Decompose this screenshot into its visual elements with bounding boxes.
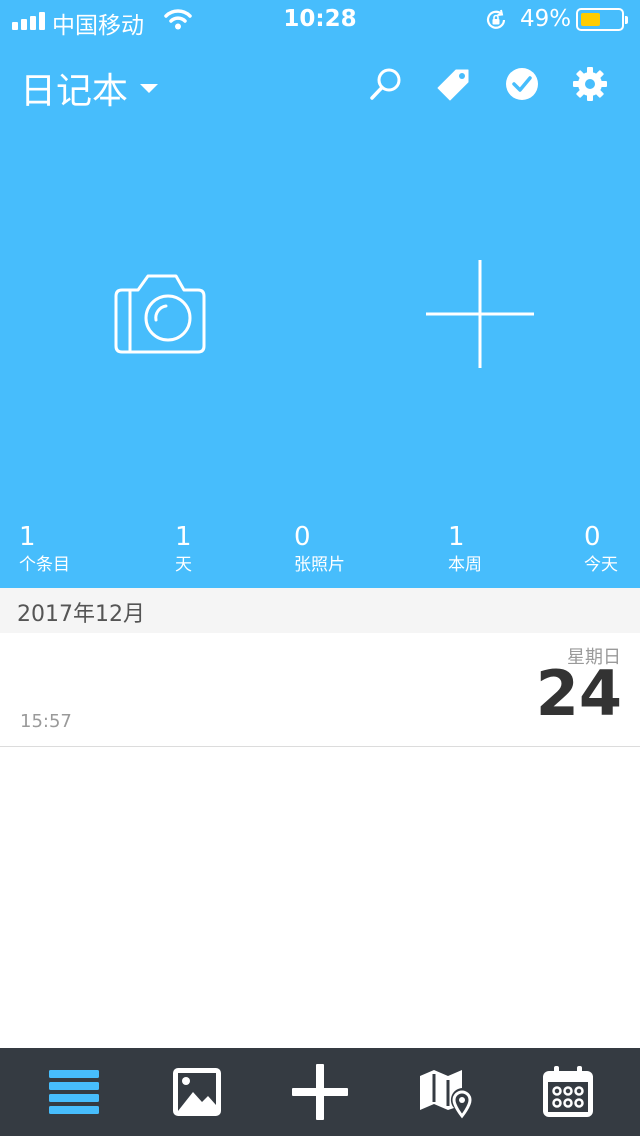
month-section-header: 2017年12月 <box>0 588 640 633</box>
map-icon[interactable] <box>418 1064 474 1120</box>
journal-entry[interactable]: 15:57 星期日 24 <box>0 633 640 747</box>
battery-icon <box>576 8 628 31</box>
stat-label: 本周 <box>448 555 482 575</box>
stat-value: 1 <box>175 522 192 552</box>
rotation-lock-icon <box>486 9 506 29</box>
photo-icon[interactable] <box>169 1064 225 1120</box>
stat-label: 今天 <box>584 555 618 575</box>
camera-icon[interactable] <box>112 270 208 358</box>
search-icon[interactable] <box>368 66 404 102</box>
tag-icon[interactable] <box>436 66 472 102</box>
list-icon[interactable] <box>46 1064 102 1120</box>
stat-today: 0 今天 <box>584 522 618 578</box>
stat-photos: 0 张照片 <box>294 522 345 578</box>
journal-title: 日记本 <box>20 71 129 112</box>
add-entry-icon[interactable] <box>426 260 534 368</box>
stat-days: 1 天 <box>175 522 192 578</box>
stat-value: 0 <box>584 522 601 552</box>
battery-fill <box>581 13 600 26</box>
stat-label: 张照片 <box>294 555 345 575</box>
caret-down-icon <box>140 83 159 93</box>
journal-selector[interactable]: 日记本 <box>20 62 159 114</box>
tab-bar <box>0 1048 640 1136</box>
entry-day: 24 <box>535 657 622 730</box>
hero-panel: 中国移动 10:28 49% 日记本 1 个条目 1 天 0 张照片 1 本周 … <box>0 0 640 588</box>
entry-time: 15:57 <box>20 711 72 732</box>
stat-entries: 1 个条目 <box>19 522 70 578</box>
plus-icon[interactable] <box>292 1064 348 1120</box>
stat-value: 1 <box>448 522 465 552</box>
stat-value: 0 <box>294 522 311 552</box>
battery-percent: 49% <box>520 6 572 32</box>
check-circle-icon[interactable] <box>504 66 540 102</box>
stat-label: 天 <box>175 555 192 575</box>
status-bar: 中国移动 10:28 49% <box>0 0 640 40</box>
calendar-icon[interactable] <box>540 1064 596 1120</box>
stat-this-week: 1 本周 <box>448 522 482 578</box>
stat-value: 1 <box>19 522 36 552</box>
stat-label: 个条目 <box>19 555 70 575</box>
gear-icon[interactable] <box>572 66 608 102</box>
